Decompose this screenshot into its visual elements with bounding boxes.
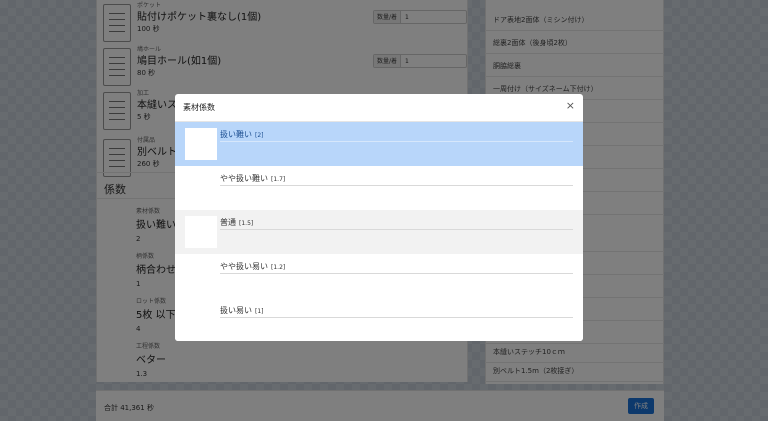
material-coefficient-dialog: 素材係数 × 扱い難い [2] やや扱い難い [1.7] 普通 [1.5] やや扱い易…	[175, 94, 583, 341]
option-factor: [1.7]	[271, 176, 286, 183]
option-factor: [1]	[255, 308, 264, 315]
option-somewhat-easy[interactable]: やや扱い易い [1.2]	[175, 254, 583, 298]
option-label: やや扱い易い [1.2]	[220, 262, 286, 271]
option-label: 扱い易い [1]	[220, 306, 264, 315]
option-easy[interactable]: 扱い易い [1]	[175, 298, 583, 341]
option-thumbnail	[185, 216, 217, 248]
option-thumbnail	[185, 128, 217, 160]
option-divider	[220, 141, 573, 142]
close-icon[interactable]: ×	[566, 99, 575, 113]
option-somewhat-difficult[interactable]: やや扱い難い [1.7]	[175, 166, 583, 210]
option-normal[interactable]: 普通 [1.5]	[175, 210, 583, 254]
option-divider	[220, 317, 573, 318]
option-divider	[220, 273, 573, 274]
dialog-title: 素材係数	[183, 103, 215, 112]
option-divider	[220, 185, 573, 186]
dialog-header: 素材係数 ×	[175, 94, 583, 122]
option-divider	[220, 229, 573, 230]
option-label: やや扱い難い [1.7]	[220, 174, 286, 183]
option-factor: [1.5]	[239, 220, 254, 227]
option-label: 普通 [1.5]	[220, 218, 254, 227]
option-difficult[interactable]: 扱い難い [2]	[175, 122, 583, 166]
option-factor: [2]	[255, 132, 264, 139]
option-factor: [1.2]	[271, 264, 286, 271]
option-label: 扱い難い [2]	[220, 130, 264, 139]
